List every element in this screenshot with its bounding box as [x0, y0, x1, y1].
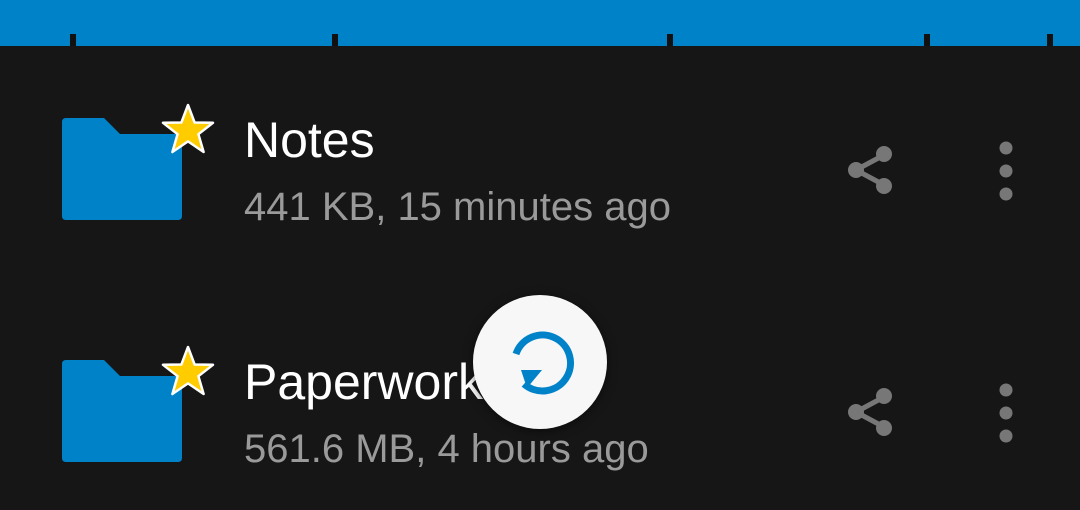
star-icon: [161, 345, 215, 396]
top-app-bar: [0, 0, 1080, 46]
refresh-icon: [512, 331, 575, 395]
star-icon: [161, 103, 215, 154]
share-icon[interactable]: [844, 386, 896, 438]
file-name: Notes: [244, 112, 375, 168]
more-vertical-icon[interactable]: [990, 382, 1022, 444]
more-vertical-icon[interactable]: [990, 140, 1022, 202]
file-name: Paperwork: [244, 354, 483, 410]
bar-divider-tick: [1047, 34, 1053, 46]
share-icon[interactable]: [844, 144, 896, 196]
bar-divider-tick: [667, 34, 673, 46]
bar-divider-tick: [70, 34, 76, 46]
file-list-item[interactable]: Notes 441 KB, 15 minutes ago: [0, 70, 1080, 260]
bar-divider-tick: [924, 34, 930, 46]
refresh-indicator: [473, 295, 607, 429]
bar-divider-tick: [332, 34, 338, 46]
file-meta: 561.6 MB, 4 hours ago: [244, 427, 649, 471]
file-meta: 441 KB, 15 minutes ago: [244, 185, 671, 229]
